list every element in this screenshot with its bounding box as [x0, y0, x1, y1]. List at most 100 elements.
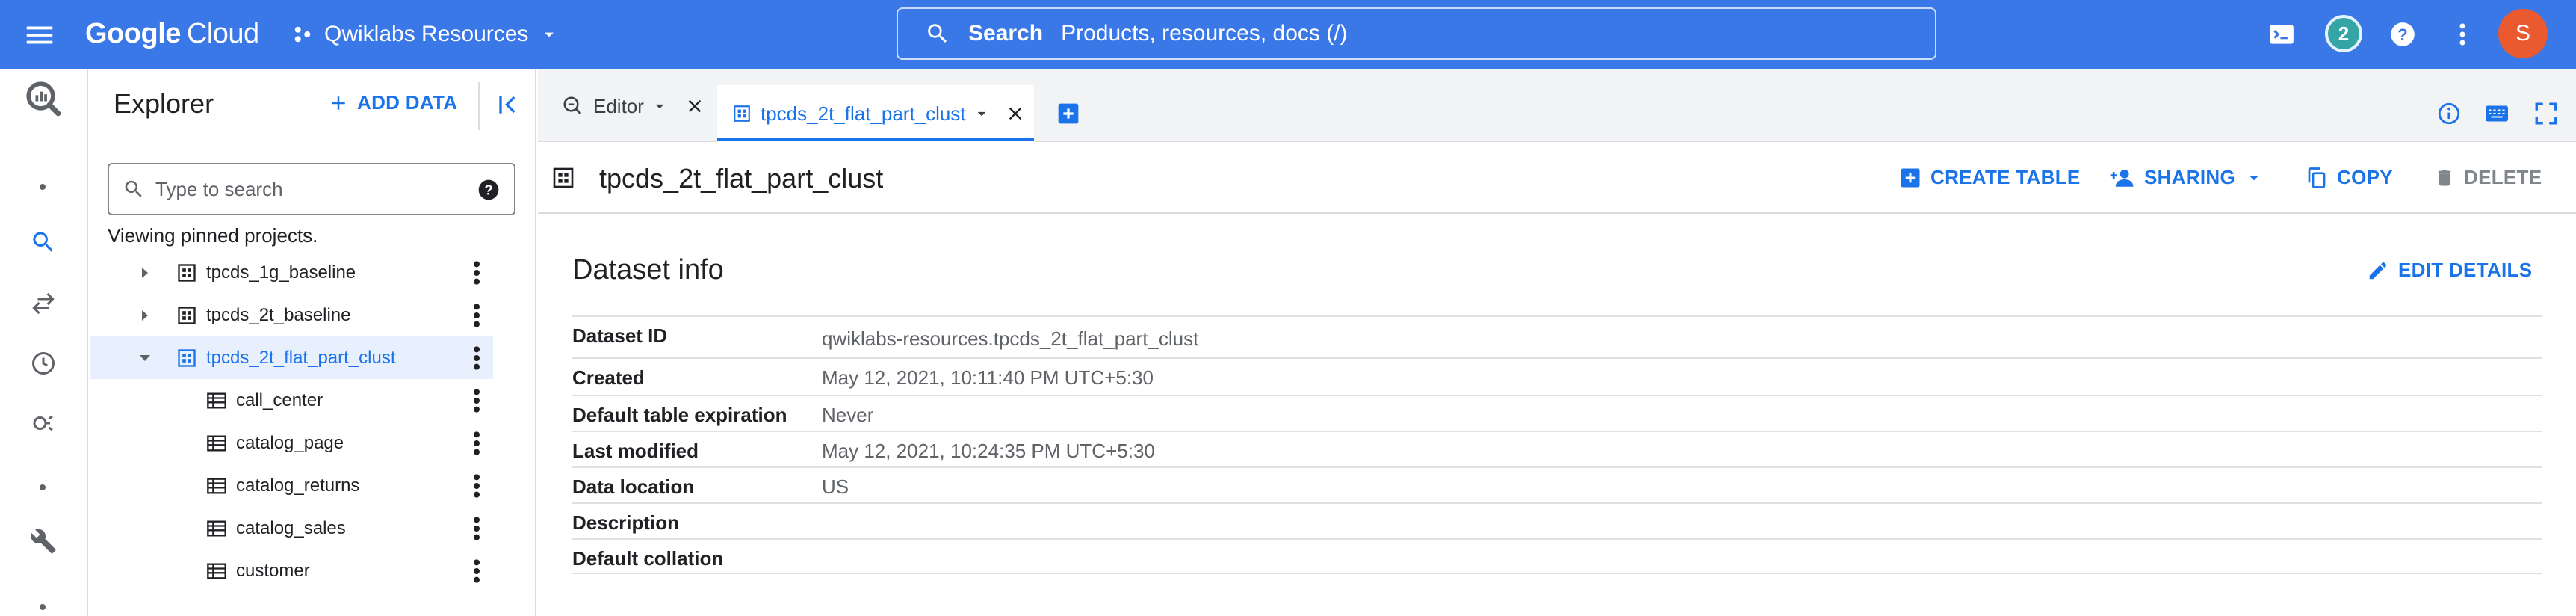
person-add-icon [2110, 167, 2135, 189]
chevron-down-icon[interactable] [650, 96, 669, 116]
analytics-hub-icon[interactable] [22, 402, 64, 444]
rail-separator-dot [40, 604, 46, 610]
dataset-icon [732, 104, 752, 123]
fullscreen-icon[interactable] [2528, 96, 2564, 132]
more-vert-icon[interactable] [2445, 16, 2480, 52]
more-vert-icon[interactable] [468, 301, 486, 330]
tree-item-table[interactable]: catalog_sales [90, 507, 493, 549]
more-vert-icon[interactable] [468, 428, 486, 458]
info-row: Created May 12, 2021, 10:11:40 PM UTC+5:… [572, 357, 2542, 395]
data-transfer-icon[interactable] [22, 283, 64, 324]
info-row: Default table expiration Never [572, 395, 2542, 431]
tab-label: Editor [593, 94, 644, 117]
explorer-scroll-area[interactable] [493, 251, 536, 616]
svg-text:?: ? [484, 182, 492, 198]
project-name: Qwiklabs Resources [324, 22, 529, 46]
copy-button[interactable]: COPY [2306, 166, 2393, 189]
google-cloud-logo[interactable]: Google Cloud [85, 15, 259, 52]
explorer-title: Explorer [114, 88, 214, 119]
info-icon[interactable] [2431, 96, 2467, 132]
more-vert-icon[interactable] [468, 386, 486, 416]
page-title: tpcds_2t_flat_part_clust [599, 163, 884, 194]
cloud-shell-icon[interactable] [2264, 16, 2300, 52]
more-vert-icon[interactable] [468, 258, 486, 288]
dataset-icon [176, 348, 197, 369]
more-vert-icon[interactable] [468, 556, 486, 586]
brand-cloud: Cloud [186, 17, 259, 49]
tree-item-label: tpcds_2t_baseline [206, 304, 351, 325]
svg-text:?: ? [2397, 25, 2408, 44]
help-icon[interactable]: ? [2385, 16, 2421, 52]
bigquery-logo-icon[interactable] [22, 78, 64, 120]
project-picker[interactable]: Qwiklabs Resources [291, 16, 560, 52]
chevron-down-icon [539, 24, 560, 45]
tree-item-table[interactable]: catalog_page [90, 422, 493, 464]
tab-dataset[interactable]: tpcds_2t_flat_part_clust [732, 93, 1026, 135]
edit-details-button[interactable]: EDIT DETAILS [2367, 259, 2532, 282]
delete-button[interactable]: DELETE [2434, 166, 2542, 189]
new-tab-icon[interactable] [1050, 96, 1086, 132]
create-table-button[interactable]: CREATE TABLE [1899, 166, 2081, 189]
account-avatar[interactable]: S [2498, 9, 2548, 58]
search-icon[interactable] [22, 221, 64, 263]
add-icon [327, 92, 350, 114]
global-search-input[interactable]: Search Products, resources, docs (/) [897, 7, 1936, 60]
query-icon [562, 95, 584, 117]
tab-editor[interactable]: Editor [562, 85, 705, 127]
edit-pencil-icon [2367, 259, 2389, 282]
project-icon [291, 23, 314, 46]
notifications-badge[interactable]: 2 [2325, 15, 2362, 52]
search-label: Search [968, 21, 1044, 46]
sharing-button[interactable]: SHARING [2110, 166, 2264, 189]
history-icon[interactable] [22, 342, 64, 384]
close-icon[interactable] [684, 96, 705, 117]
collapse-arrow-icon[interactable] [136, 349, 154, 367]
search-icon [925, 21, 950, 46]
explorer-search-placeholder: Type to search [155, 177, 283, 200]
tab-label: tpcds_2t_flat_part_clust [761, 102, 966, 125]
info-key: Created [572, 366, 645, 389]
info-key: Data location [572, 475, 695, 498]
edit-details-label: EDIT DETAILS [2398, 259, 2533, 281]
dataset-header: tpcds_2t_flat_part_clust CREATE TABLE SH… [538, 142, 2576, 214]
dataset-icon [176, 305, 197, 326]
more-vert-icon[interactable] [468, 343, 486, 373]
help-icon[interactable]: ? [477, 178, 501, 202]
tree-item-label: customer [236, 560, 310, 581]
rail-separator-dot [40, 184, 46, 190]
tree-item-label: call_center [236, 389, 323, 410]
wrench-icon[interactable] [22, 520, 64, 562]
tree-item-table[interactable]: catalog_returns [90, 464, 493, 507]
tree-item-dataset[interactable]: tpcds_1g_baseline [90, 251, 493, 294]
info-key: Default table expiration [572, 404, 787, 426]
info-value: May 12, 2021, 10:11:40 PM UTC+5:30 [822, 366, 1154, 389]
tree-item-table[interactable]: customer [90, 549, 493, 592]
collapse-panel-icon[interactable] [493, 90, 523, 120]
expand-arrow-icon[interactable] [136, 264, 154, 282]
create-table-label: CREATE TABLE [1931, 166, 2081, 188]
info-key: Description [572, 511, 680, 534]
add-data-button[interactable]: ADD DATA [327, 91, 457, 114]
expand-arrow-icon[interactable] [136, 307, 154, 324]
add-data-label: ADD DATA [357, 91, 458, 114]
close-icon[interactable] [1005, 103, 1026, 124]
table-icon [206, 518, 227, 539]
tree-item-dataset[interactable]: tpcds_2t_baseline [90, 294, 493, 336]
search-placeholder: Products, resources, docs (/) [1061, 21, 1348, 46]
tree-item-label: tpcds_2t_flat_part_clust [206, 347, 396, 368]
left-nav-rail [0, 69, 88, 616]
table-icon [206, 475, 227, 496]
more-vert-icon[interactable] [468, 471, 486, 501]
main-menu-icon[interactable] [22, 18, 57, 52]
more-vert-icon[interactable] [468, 514, 486, 543]
tree-item-table[interactable]: call_center [90, 379, 493, 422]
info-row: Last modified May 12, 2021, 10:24:35 PM … [572, 431, 2542, 466]
brand-google: Google [85, 17, 181, 49]
chevron-down-icon[interactable] [972, 104, 991, 123]
copy-icon [2306, 167, 2328, 189]
tree-item-dataset-selected[interactable]: tpcds_2t_flat_part_clust [90, 336, 493, 379]
keyboard-icon[interactable] [2479, 96, 2515, 132]
explorer-search-input[interactable]: Type to search ? [108, 163, 515, 215]
rail-separator-dot [40, 484, 46, 490]
info-row: Description [572, 502, 2542, 538]
